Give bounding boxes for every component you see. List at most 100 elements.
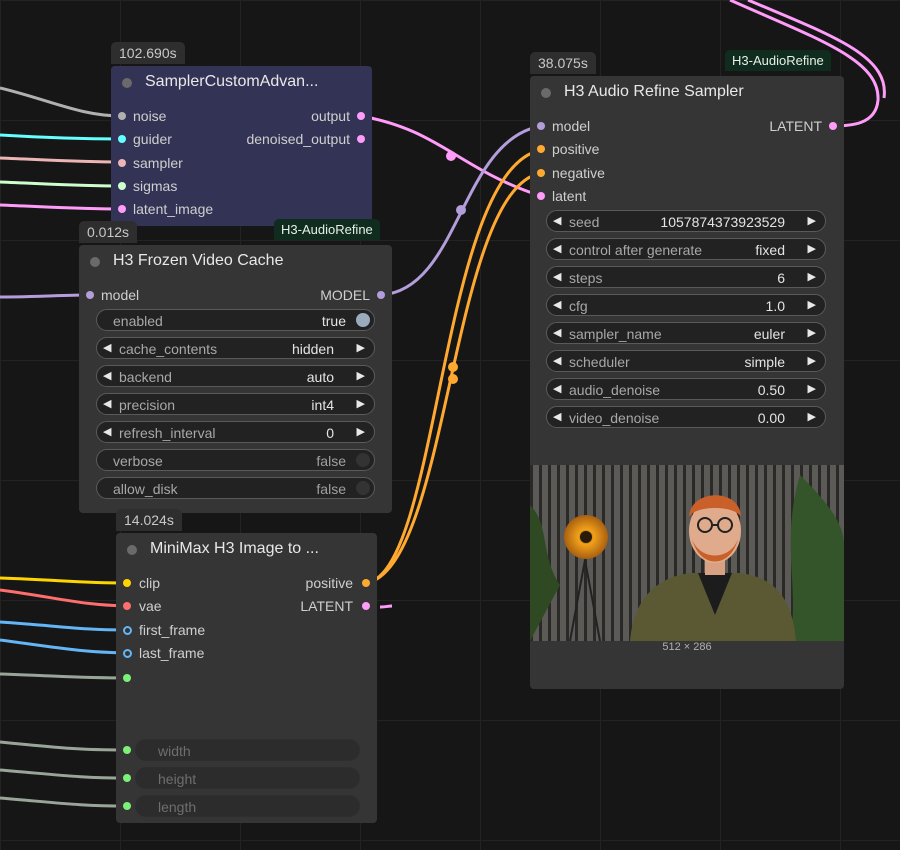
- increment-arrow-icon[interactable]: ▶: [808, 354, 816, 367]
- video-denoise-widget[interactable]: ◀ video_denoise 0.00 ▶: [546, 406, 826, 428]
- latent-input-slot[interactable]: [537, 192, 545, 200]
- sigmas-input-label: sigmas: [133, 178, 178, 194]
- widget-label: seed: [569, 214, 600, 230]
- backend-combo[interactable]: ◀ backend auto ▶: [96, 365, 375, 387]
- collapse-dot[interactable]: [90, 257, 100, 267]
- length-input-slot[interactable]: [123, 802, 131, 810]
- increment-arrow-icon[interactable]: ▶: [808, 270, 816, 283]
- scheduler-widget[interactable]: ◀ scheduler simple ▶: [546, 350, 826, 372]
- model-input-slot[interactable]: [86, 291, 94, 299]
- noise-input-slot[interactable]: [118, 112, 126, 120]
- sampler-name-widget[interactable]: ◀ sampler_name euler ▶: [546, 322, 826, 344]
- sigmas-input-slot[interactable]: [118, 182, 126, 190]
- guider-input-slot[interactable]: [118, 135, 126, 143]
- latent-image-input-slot[interactable]: [118, 205, 126, 213]
- decrement-arrow-icon[interactable]: ◀: [103, 397, 111, 410]
- sampler-custom-advanced-node[interactable]: SamplerCustomAdvan... noise guider sampl…: [111, 66, 372, 226]
- model-output-label: MODEL: [320, 287, 370, 303]
- decrement-arrow-icon[interactable]: ◀: [553, 242, 561, 255]
- clip-input-slot[interactable]: [123, 579, 131, 587]
- audio-refine-sampler-node[interactable]: H3 Audio Refine Sampler model positive n…: [530, 76, 844, 689]
- node-header[interactable]: H3 Frozen Video Cache: [79, 245, 392, 276]
- positive-output-label: positive: [305, 575, 353, 591]
- increment-arrow-icon[interactable]: ▶: [808, 214, 816, 227]
- first-frame-input-slot[interactable]: [123, 626, 132, 635]
- collapse-dot[interactable]: [127, 545, 137, 555]
- widget-label: allow_disk: [113, 481, 178, 497]
- widget-label: width: [158, 743, 191, 759]
- first-frame-input-label: first_frame: [139, 622, 206, 638]
- enabled-toggle[interactable]: enabled true: [96, 309, 375, 331]
- increment-arrow-icon[interactable]: ▶: [808, 298, 816, 311]
- decrement-arrow-icon[interactable]: ◀: [553, 326, 561, 339]
- decrement-arrow-icon[interactable]: ◀: [553, 410, 561, 423]
- decrement-arrow-icon[interactable]: ◀: [553, 354, 561, 367]
- increment-arrow-icon[interactable]: ▶: [808, 410, 816, 423]
- negative-input-slot[interactable]: [537, 169, 545, 177]
- model-input-slot[interactable]: [537, 122, 545, 130]
- decrement-arrow-icon[interactable]: ◀: [553, 382, 561, 395]
- widget-label: scheduler: [569, 354, 630, 370]
- output-slot[interactable]: [357, 112, 365, 120]
- seed-widget[interactable]: ◀ seed 1057874373923529 ▶: [546, 210, 826, 232]
- latent-output-slot[interactable]: [829, 122, 837, 130]
- frozen-video-cache-node[interactable]: H3 Frozen Video Cache model MODEL enable…: [79, 245, 392, 513]
- positive-output-slot[interactable]: [362, 579, 370, 587]
- positive-input-slot[interactable]: [537, 145, 545, 153]
- refresh-interval-number[interactable]: ◀ refresh_interval 0 ▶: [96, 421, 375, 443]
- decrement-arrow-icon[interactable]: ◀: [103, 369, 111, 382]
- verbose-toggle[interactable]: verbose false: [96, 449, 375, 471]
- height-input-slot[interactable]: [123, 774, 131, 782]
- decrement-arrow-icon[interactable]: ◀: [103, 425, 111, 438]
- output-preview-image[interactable]: [530, 465, 844, 641]
- sampler-input-slot[interactable]: [118, 159, 126, 167]
- widget-label: refresh_interval: [119, 425, 216, 441]
- minimax-image-to-node[interactable]: MiniMax H3 Image to ... clip vae first_f…: [116, 533, 377, 823]
- node-header[interactable]: H3 Audio Refine Sampler: [530, 76, 844, 107]
- increment-arrow-icon[interactable]: ▶: [357, 369, 365, 382]
- clip-input-label: clip: [139, 575, 161, 591]
- model-output-slot[interactable]: [377, 291, 385, 299]
- widget-value: 1057874373923529: [660, 214, 785, 230]
- vae-input-slot[interactable]: [123, 602, 131, 610]
- latent-output-slot[interactable]: [362, 602, 370, 610]
- increment-arrow-icon[interactable]: ▶: [808, 242, 816, 255]
- width-input-slot[interactable]: [123, 746, 131, 754]
- widget-value: int4: [311, 397, 334, 413]
- decrement-arrow-icon[interactable]: ◀: [103, 341, 111, 354]
- node-header[interactable]: MiniMax H3 Image to ...: [116, 533, 377, 564]
- increment-arrow-icon[interactable]: ▶: [357, 341, 365, 354]
- widget-label: verbose: [113, 453, 163, 469]
- decrement-arrow-icon[interactable]: ◀: [553, 298, 561, 311]
- group-tag: H3-AudioRefine: [274, 219, 380, 240]
- collapse-dot[interactable]: [122, 78, 132, 88]
- steps-widget[interactable]: ◀ steps 6 ▶: [546, 266, 826, 288]
- increment-arrow-icon[interactable]: ▶: [808, 382, 816, 395]
- model-input-label: model: [552, 118, 591, 134]
- last-frame-input-slot[interactable]: [123, 649, 132, 658]
- control-after-generate-widget[interactable]: ◀ control after generate fixed ▶: [546, 238, 826, 260]
- audio-denoise-widget[interactable]: ◀ audio_denoise 0.50 ▶: [546, 378, 826, 400]
- width-widget[interactable]: width: [135, 739, 360, 761]
- precision-combo[interactable]: ◀ precision int4 ▶: [96, 393, 375, 415]
- height-widget[interactable]: height: [135, 767, 360, 789]
- decrement-arrow-icon[interactable]: ◀: [553, 214, 561, 227]
- collapse-dot[interactable]: [541, 88, 551, 98]
- vae-input-label: vae: [139, 598, 162, 614]
- widget-label: length: [158, 799, 197, 815]
- execution-time-badge: 0.012s: [79, 221, 138, 243]
- denoised-output-slot[interactable]: [357, 135, 365, 143]
- widget-label: steps: [569, 270, 603, 286]
- allow-disk-toggle[interactable]: allow_disk false: [96, 477, 375, 499]
- node-header[interactable]: SamplerCustomAdvan...: [111, 66, 372, 97]
- widget-label: sampler_name: [569, 326, 662, 342]
- latent-output-label: LATENT: [769, 118, 822, 134]
- cfg-widget[interactable]: ◀ cfg 1.0 ▶: [546, 294, 826, 316]
- unnamed-input-slot[interactable]: [123, 674, 131, 682]
- increment-arrow-icon[interactable]: ▶: [357, 397, 365, 410]
- cache-contents-combo[interactable]: ◀ cache_contents hidden ▶: [96, 337, 375, 359]
- length-widget[interactable]: length: [135, 795, 360, 817]
- increment-arrow-icon[interactable]: ▶: [357, 425, 365, 438]
- increment-arrow-icon[interactable]: ▶: [808, 326, 816, 339]
- decrement-arrow-icon[interactable]: ◀: [553, 270, 561, 283]
